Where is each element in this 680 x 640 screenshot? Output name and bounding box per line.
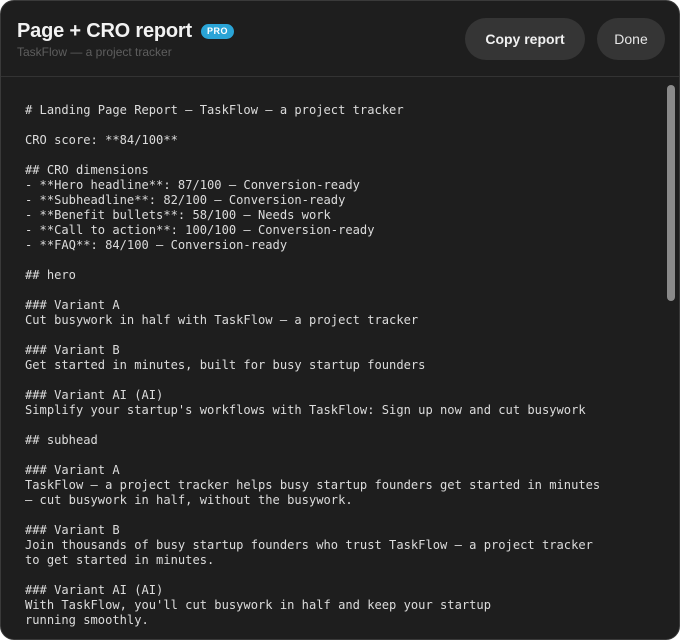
report-line: [25, 448, 657, 463]
report-line: [25, 253, 657, 268]
report-line: [25, 568, 657, 583]
dialog-header: Page + CRO report PRO TaskFlow — a proje…: [1, 1, 679, 77]
report-line: - **Benefit bullets**: 58/100 — Needs wo…: [25, 208, 331, 222]
report-line: [25, 418, 657, 433]
report-line: Join thousands of busy startup founders …: [25, 538, 593, 552]
report-line: CRO score: **84/100**: [25, 133, 178, 147]
report-line: [25, 148, 657, 163]
dialog-subtitle: TaskFlow — a project tracker: [17, 45, 172, 59]
report-line: [25, 328, 657, 343]
dialog-title: Page + CRO report: [17, 20, 192, 42]
report-line: to get started in minutes.: [25, 553, 215, 567]
report-line: ## hero: [25, 268, 76, 282]
report-line: Simplify your startup's workflows with T…: [25, 403, 586, 417]
report-line: [25, 508, 657, 523]
report-line: - **FAQ**: 84/100 — Conversion-ready: [25, 238, 288, 252]
report-text: # Landing Page Report — TaskFlow — a pro…: [25, 103, 657, 628]
title-row: Page + CRO report PRO: [17, 20, 234, 43]
report-line: TaskFlow — a project tracker helps busy …: [25, 478, 601, 492]
report-line: — cut busywork in half, without the busy…: [25, 493, 353, 507]
report-line: ### Variant AI (AI): [25, 583, 164, 597]
report-line: ## CRO dimensions: [25, 163, 149, 177]
cro-report-dialog: Page + CRO report PRO TaskFlow — a proje…: [0, 0, 680, 640]
report-line: Cut busywork in half with TaskFlow — a p…: [25, 313, 419, 327]
report-line: ### Variant AI (AI): [25, 388, 164, 402]
report-line: - **Call to action**: 100/100 — Conversi…: [25, 223, 375, 237]
copy-report-button[interactable]: Copy report: [465, 18, 585, 60]
report-line: [25, 283, 657, 298]
report-line: running smoothly.: [25, 613, 149, 627]
vertical-scrollbar[interactable]: [665, 81, 677, 637]
report-line: With TaskFlow, you'll cut busywork in ha…: [25, 598, 491, 612]
report-line: - **Subheadline**: 82/100 — Conversion-r…: [25, 193, 346, 207]
report-line: ### Variant A: [25, 463, 120, 477]
report-line: [25, 373, 657, 388]
report-scroll-area[interactable]: # Landing Page Report — TaskFlow — a pro…: [1, 78, 679, 639]
done-button[interactable]: Done: [597, 18, 665, 60]
report-line: ## subhead: [25, 433, 98, 447]
report-line: ### Variant B: [25, 523, 120, 537]
scrollbar-thumb[interactable]: [667, 85, 675, 301]
report-line: [25, 118, 657, 133]
pro-badge: PRO: [200, 24, 234, 39]
report-line: - **Hero headline**: 87/100 — Conversion…: [25, 178, 360, 192]
report-line: Get started in minutes, built for busy s…: [25, 358, 426, 372]
report-line: # Landing Page Report — TaskFlow — a pro…: [25, 103, 404, 117]
report-line: ### Variant B: [25, 343, 120, 357]
report-line: ### Variant A: [25, 298, 120, 312]
